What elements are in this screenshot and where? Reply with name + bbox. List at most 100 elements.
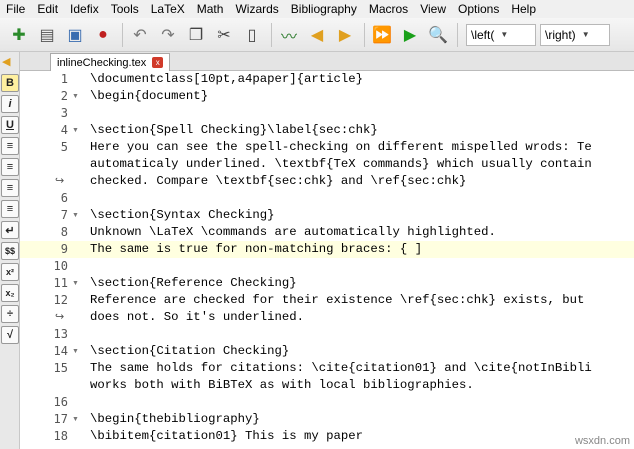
line-number: 1 [60, 72, 68, 86]
line-number: 7 [60, 208, 68, 222]
left-delimiter-combo[interactable]: \left(▼ [466, 23, 536, 46]
fold-arrow-icon[interactable]: ▼ [72, 207, 79, 224]
menu-bibliography[interactable]: Bibliography [285, 0, 363, 18]
code-line[interactable]: 1 \documentclass[10pt,a4paper]{article} [20, 71, 634, 88]
copy-icon[interactable]: ❐ [183, 22, 209, 48]
code-text: automaticaly underlined. \textbf{TeX com… [90, 157, 592, 171]
code-text: Here you can see the spell-checking on d… [90, 140, 592, 154]
code-line[interactable]: automaticaly underlined. \textbf{TeX com… [20, 156, 634, 173]
toolbar: ✚ ▤ ▣ ● ↶ ↷ ❐ ✂ ▯ 〰 ◀ ▶ ⏩ ▶ 🔍 \left(▼ \r… [0, 18, 634, 52]
menu-math[interactable]: Math [191, 0, 230, 18]
close-document-icon[interactable]: ● [90, 22, 116, 48]
save-icon[interactable]: ▣ [62, 22, 88, 48]
align-left-button[interactable]: ≡ [1, 137, 19, 155]
fold-arrow-icon[interactable]: ▼ [72, 275, 79, 292]
redo-icon[interactable]: ↷ [155, 22, 181, 48]
menu-latex[interactable]: LaTeX [145, 0, 191, 18]
fold-arrow-icon[interactable]: ▼ [72, 411, 79, 428]
menu-wizards[interactable]: Wizards [229, 0, 284, 18]
toolbar-separator [364, 22, 365, 47]
menu-idefix[interactable]: Idefix [64, 0, 105, 18]
graph-icon[interactable]: 〰 [276, 22, 302, 48]
cut-icon[interactable]: ✂ [211, 22, 237, 48]
code-text: \begin{document} [90, 89, 209, 103]
justify-button[interactable]: ≡ [1, 200, 19, 218]
code-text: \bibitem{citation01} This is my paper [90, 429, 364, 443]
align-right-button[interactable]: ≡ [1, 179, 19, 197]
line-number: 18 [53, 429, 68, 443]
code-line[interactable]: ↪ does not. So it's underlined. [20, 309, 634, 326]
fold-arrow-icon[interactable]: ▼ [72, 122, 79, 139]
fold-arrow-icon[interactable]: ▼ [72, 343, 79, 360]
build-run-icon[interactable]: ⏩ [369, 22, 395, 48]
line-number: 16 [53, 395, 68, 409]
align-center-button[interactable]: ≡ [1, 158, 19, 176]
superscript-button[interactable]: x² [1, 263, 19, 281]
tab-bar: inlineChecking.tex x [20, 52, 634, 71]
code-line[interactable]: 5 Here you can see the spell-checking on … [20, 139, 634, 156]
sidebar-pin-icon[interactable]: ◀ [2, 55, 10, 68]
new-file-icon[interactable]: ✚ [6, 22, 32, 48]
bold-button[interactable]: B [1, 74, 19, 92]
fraction-button[interactable]: ÷ [1, 305, 19, 323]
line-number: 17 [53, 412, 68, 426]
code-line[interactable]: ↪ checked. Compare \textbf{sec:chk} and \… [20, 173, 634, 190]
code-line[interactable]: 9 The same is true for non-matching brace… [20, 241, 634, 258]
open-file-icon[interactable]: ▤ [34, 22, 60, 48]
line-number: 8 [60, 225, 68, 239]
right-delimiter-combo[interactable]: \right) ▼ [540, 23, 610, 46]
fold-arrow-icon[interactable]: ▼ [72, 88, 79, 105]
code-line[interactable]: 4 ▼ \section{Spell Checking}\label{sec:chk… [20, 122, 634, 139]
menu-help[interactable]: Help [505, 0, 542, 18]
menu-bar: File Edit Idefix Tools LaTeX Math Wizards Bibli… [0, 0, 634, 18]
line-number: 9 [60, 242, 68, 256]
left-delimiter-value: \left( [471, 27, 495, 42]
forward-icon[interactable]: ▶ [332, 22, 358, 48]
italic-button[interactable]: i [1, 95, 19, 113]
menu-edit[interactable]: Edit [31, 0, 64, 18]
underline-button[interactable]: U [1, 116, 19, 134]
code-editor[interactable]: 1 \documentclass[10pt,a4paper]{article} 2 ▼… [20, 71, 634, 449]
line-number: 5 [60, 140, 68, 154]
code-line[interactable]: 6 [20, 190, 634, 207]
menu-macros[interactable]: Macros [363, 0, 414, 18]
code-text: \section{Reference Checking} [90, 276, 297, 290]
line-number: 14 [53, 344, 68, 358]
menu-view[interactable]: View [414, 0, 452, 18]
code-line[interactable]: 16 [20, 394, 634, 411]
code-line[interactable]: 14 ▼ \section{Citation Checking} [20, 343, 634, 360]
code-text: \section{Citation Checking} [90, 344, 290, 358]
code-line[interactable]: 17 ▼ \begin{thebibliography} [20, 411, 634, 428]
code-line[interactable]: 13 [20, 326, 634, 343]
newline-button[interactable]: ↵ [1, 221, 19, 239]
paste-icon[interactable]: ▯ [239, 22, 265, 48]
code-line[interactable]: works both with BiBTeX as with local bib… [20, 377, 634, 394]
view-icon[interactable]: 🔍 [425, 22, 451, 48]
line-number: 4 [60, 123, 68, 137]
code-line[interactable]: 2 ▼ \begin{document} [20, 88, 634, 105]
close-icon[interactable]: x [152, 57, 164, 68]
code-line[interactable]: 7 ▼ \section{Syntax Checking} [20, 207, 634, 224]
menu-tools[interactable]: Tools [105, 0, 145, 18]
code-line[interactable]: 18 \bibitem{citation01} This is my paper [20, 428, 634, 445]
display-math-button[interactable]: $$ [1, 242, 19, 260]
line-number: 11 [53, 276, 68, 290]
undo-icon[interactable]: ↶ [127, 22, 153, 48]
code-line[interactable]: 10 [20, 258, 634, 275]
code-line[interactable]: 8 Unknown \LaTeX \commands are automatica… [20, 224, 634, 241]
code-line[interactable]: 3 [20, 105, 634, 122]
chevron-down-icon: ▼ [581, 30, 590, 39]
menu-file[interactable]: File [0, 0, 31, 18]
subscript-button[interactable]: x₂ [1, 284, 19, 302]
code-text: \documentclass[10pt,a4paper]{article} [90, 72, 364, 86]
wrap-marker-icon: ↪ [55, 311, 65, 323]
back-icon[interactable]: ◀ [304, 22, 330, 48]
compile-icon[interactable]: ▶ [397, 22, 423, 48]
menu-options[interactable]: Options [452, 0, 505, 18]
code-line[interactable]: 12 Reference are checked for their existe… [20, 292, 634, 309]
code-line[interactable]: 11 ▼ \section{Reference Checking} [20, 275, 634, 292]
code-text: works both with BiBTeX as with local bib… [90, 378, 474, 392]
square-root-button[interactable]: √ [1, 326, 19, 344]
tab-inline-checking[interactable]: inlineChecking.tex x [50, 53, 171, 71]
code-line[interactable]: 15 The same holds for citations: \cite{ci… [20, 360, 634, 377]
